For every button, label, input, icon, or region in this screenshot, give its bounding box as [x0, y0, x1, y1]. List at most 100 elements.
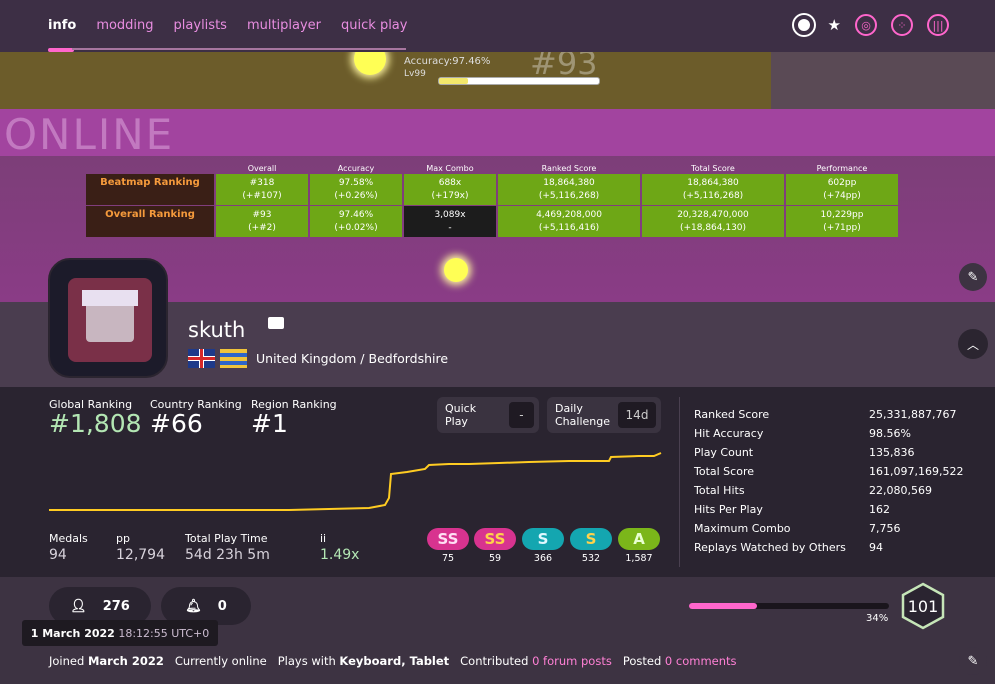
table-cell: 10,229pp (+71pp)	[786, 206, 898, 237]
header-total-score: Total Score	[691, 164, 735, 173]
stat-label: Total Hits	[694, 484, 745, 497]
row-label: Overall Ranking	[86, 206, 214, 237]
tab-multiplayer[interactable]: multiplayer	[247, 0, 321, 52]
stat-value: 22,080,569	[869, 484, 932, 497]
username: skuth	[188, 318, 246, 342]
tab-divider	[72, 48, 406, 50]
header-accuracy: Accuracy	[337, 164, 375, 173]
cover-hp-bar	[438, 77, 600, 85]
table-cell: #318 (+#107)	[216, 174, 308, 205]
tab-playlists[interactable]: playlists	[174, 0, 227, 52]
ranking-table: Overall Accuracy Max Combo Ranked Score …	[86, 164, 898, 237]
comments-link[interactable]: 0 comments	[665, 654, 737, 668]
ranking-table-header: Overall Accuracy Max Combo Ranked Score …	[86, 164, 898, 173]
edit-cover-button[interactable]: ✎	[959, 263, 987, 291]
table-cell: 20,328,470,000 (+18,864,130)	[642, 206, 784, 237]
tab-quick-play[interactable]: quick play	[341, 0, 407, 52]
top-nav: info modding playlists multiplayer quick…	[0, 0, 995, 52]
user-card-icon[interactable]	[268, 317, 284, 329]
medals-value: 94	[49, 547, 67, 563]
daily-challenge-value: 14d	[618, 402, 656, 428]
table-cell: 97.58% (+0.26%)	[310, 174, 402, 205]
hit-circle	[444, 258, 468, 282]
table-cell: #93 (+#2)	[216, 206, 308, 237]
bedfordshire-flag-icon	[220, 349, 247, 368]
stat-value: 162	[869, 503, 890, 516]
chevron-up-icon: ︿	[966, 337, 979, 352]
stat-value: 135,836	[869, 446, 915, 459]
collapse-button[interactable]: ︿	[958, 329, 988, 359]
cover-accuracy-text: Accuracy:97.46%	[404, 56, 491, 67]
tab-modding[interactable]: modding	[96, 0, 153, 52]
edit-profile-button[interactable]: ✎	[959, 647, 987, 675]
ii-label: ii	[320, 532, 327, 545]
pp-value: 12,794	[116, 547, 165, 563]
rank-history-graph[interactable]	[49, 450, 669, 520]
level-badge: 101	[901, 582, 945, 630]
grade-badge: S	[570, 528, 612, 550]
pencil-icon: ✎	[967, 653, 979, 669]
level-progress-fill	[689, 603, 757, 609]
profile-info-line: Joined March 2022 Currently online Plays…	[49, 654, 737, 668]
mania-icon[interactable]: |||	[927, 14, 949, 36]
taiko-icon[interactable]: ◎	[855, 14, 877, 36]
row-label: Beatmap Ranking	[86, 174, 214, 205]
playtime-value: 54d 23h 5m	[185, 547, 270, 563]
header-overall: Overall	[247, 164, 277, 173]
grade-badge: A	[618, 528, 660, 550]
region-ranking-value: #1	[251, 409, 288, 438]
osu-mode-icon[interactable]	[793, 15, 814, 35]
header-ranked-score: Ranked Score	[541, 164, 597, 173]
quick-play-label: Quick Play	[445, 402, 477, 428]
ruleset-selector: ★ ◎ ⁘ |||	[793, 14, 949, 36]
stat-value: 161,097,169,522	[869, 465, 964, 478]
level-progress-bar	[689, 603, 889, 609]
stat-label: Maximum Combo	[694, 522, 791, 535]
tooltip-date: 1 March 2022	[30, 626, 115, 640]
user-icon: 👤︎	[70, 598, 87, 614]
stat-value: 94	[869, 541, 883, 554]
tab-info[interactable]: info	[48, 0, 76, 52]
online-status: Currently online	[174, 654, 267, 668]
forum-posts-link[interactable]: 0 forum posts	[532, 654, 612, 668]
level-progress-text: 34%	[866, 613, 889, 624]
medals-label: Medals	[49, 532, 88, 545]
table-cell: 18,864,380 (+5,116,268)	[498, 174, 640, 205]
joined-date[interactable]: March 2022	[88, 654, 164, 668]
country-ranking-value: #66	[150, 409, 203, 438]
header-max-combo: Max Combo	[426, 164, 474, 173]
table-cell: 3,089x -	[404, 206, 496, 237]
grade-count: 532	[581, 553, 601, 564]
avatar	[48, 258, 168, 378]
stat-label: Play Count	[694, 446, 754, 459]
stat-value: 25,331,887,767	[869, 408, 957, 421]
cover-right-panel	[771, 52, 995, 109]
online-watermark: ONLINE	[4, 110, 175, 159]
tooltip-time: 18:12:55 UTC+0	[118, 626, 210, 640]
header-performance: Performance	[816, 164, 868, 173]
stat-label: Hits Per Play	[694, 503, 763, 516]
uk-flag-icon	[188, 349, 215, 368]
pp-label: pp	[116, 532, 130, 545]
quick-play-value: -	[508, 402, 534, 428]
daily-label: Daily	[555, 402, 583, 415]
bell-icon: 🔔︎	[185, 598, 202, 614]
plays-with: Keyboard, Tablet	[339, 654, 450, 668]
star-icon: ★	[827, 16, 841, 34]
stat-label: Replays Watched by Others	[694, 541, 846, 554]
pencil-icon: ✎	[967, 269, 979, 285]
catch-icon[interactable]: ⁘	[891, 14, 913, 36]
stat-label: Ranked Score	[694, 408, 770, 421]
grade-count: 59	[488, 553, 502, 564]
stats-divider	[679, 397, 680, 567]
grade-count: 75	[441, 553, 455, 564]
stat-value: 7,756	[869, 522, 901, 535]
ii-value: 1.49x	[320, 547, 360, 563]
cover-hp-fill	[439, 78, 468, 84]
location[interactable]: United Kingdom / Bedfordshire	[256, 351, 448, 366]
table-cell: 688x (+179x)	[404, 174, 496, 205]
challenge-label: Challenge	[555, 415, 610, 428]
cover-level-text: Lv99	[404, 69, 426, 79]
table-cell: 4,469,208,000 (+5,116,416)	[498, 206, 640, 237]
daily-challenge-box[interactable]: Daily Challenge 14d	[547, 397, 661, 433]
